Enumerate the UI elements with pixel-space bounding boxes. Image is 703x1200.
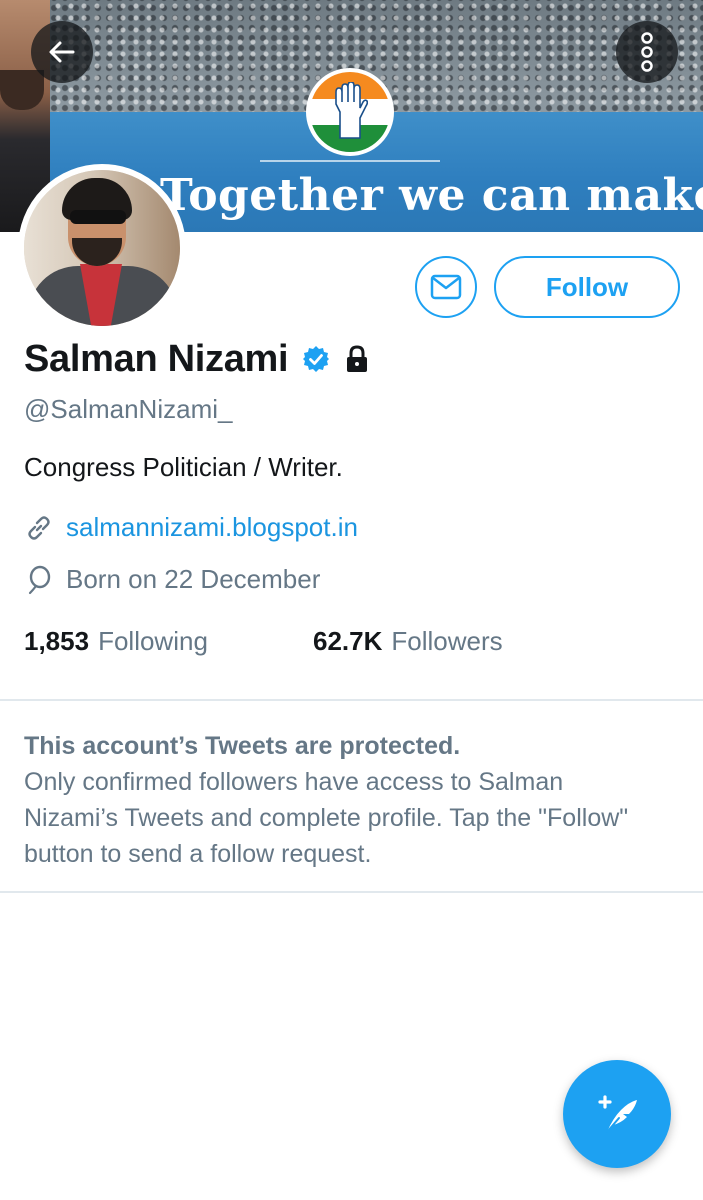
more-options-button[interactable] — [616, 21, 678, 83]
followers-label: Followers — [391, 626, 503, 656]
profile-bio: Congress Politician / Writer. — [24, 452, 343, 482]
profile-handle: @SalmanNizami_ — [24, 394, 233, 424]
divider — [0, 699, 703, 701]
protected-notice: This account’s Tweets are protected. Onl… — [24, 728, 664, 872]
birthday-text: Born on 22 December — [66, 564, 321, 594]
back-button[interactable] — [31, 21, 93, 83]
profile-avatar[interactable] — [18, 164, 186, 332]
follow-button[interactable]: Follow — [494, 256, 680, 318]
party-logo — [306, 68, 394, 156]
compose-tweet-button[interactable] — [563, 1060, 671, 1168]
balloon-icon — [28, 565, 51, 594]
arrow-left-icon — [49, 41, 75, 63]
more-vertical-icon — [641, 32, 653, 72]
following-stat[interactable]: 1,853 Following — [24, 626, 208, 657]
envelope-icon — [430, 274, 462, 300]
followers-count: 62.7K — [313, 626, 383, 656]
website-link[interactable]: salmannizami.blogspot.in — [66, 512, 358, 543]
profile-name-row: Salman Nizami — [24, 334, 372, 384]
message-button[interactable] — [415, 256, 477, 318]
banner-slogan: Together we can make a dif — [160, 170, 703, 221]
divider — [0, 891, 703, 893]
lock-icon — [347, 345, 368, 372]
profile-birthday: Born on 22 December — [24, 564, 320, 595]
protected-notice-title: This account’s Tweets are protected. — [24, 732, 461, 760]
banner-divider-line — [260, 160, 440, 162]
compose-tweet-icon — [598, 1095, 637, 1133]
profile-display-name: Salman Nizami — [24, 337, 289, 380]
hand-symbol-icon — [335, 82, 368, 139]
link-icon — [28, 515, 50, 540]
verified-badge-icon — [303, 346, 330, 372]
profile-website[interactable]: salmannizami.blogspot.in — [24, 512, 358, 543]
following-label: Following — [98, 626, 208, 656]
followers-stat[interactable]: 62.7K Followers — [313, 626, 503, 657]
following-count: 1,853 — [24, 626, 90, 656]
protected-notice-body: Only confirmed followers have access to … — [24, 768, 629, 868]
